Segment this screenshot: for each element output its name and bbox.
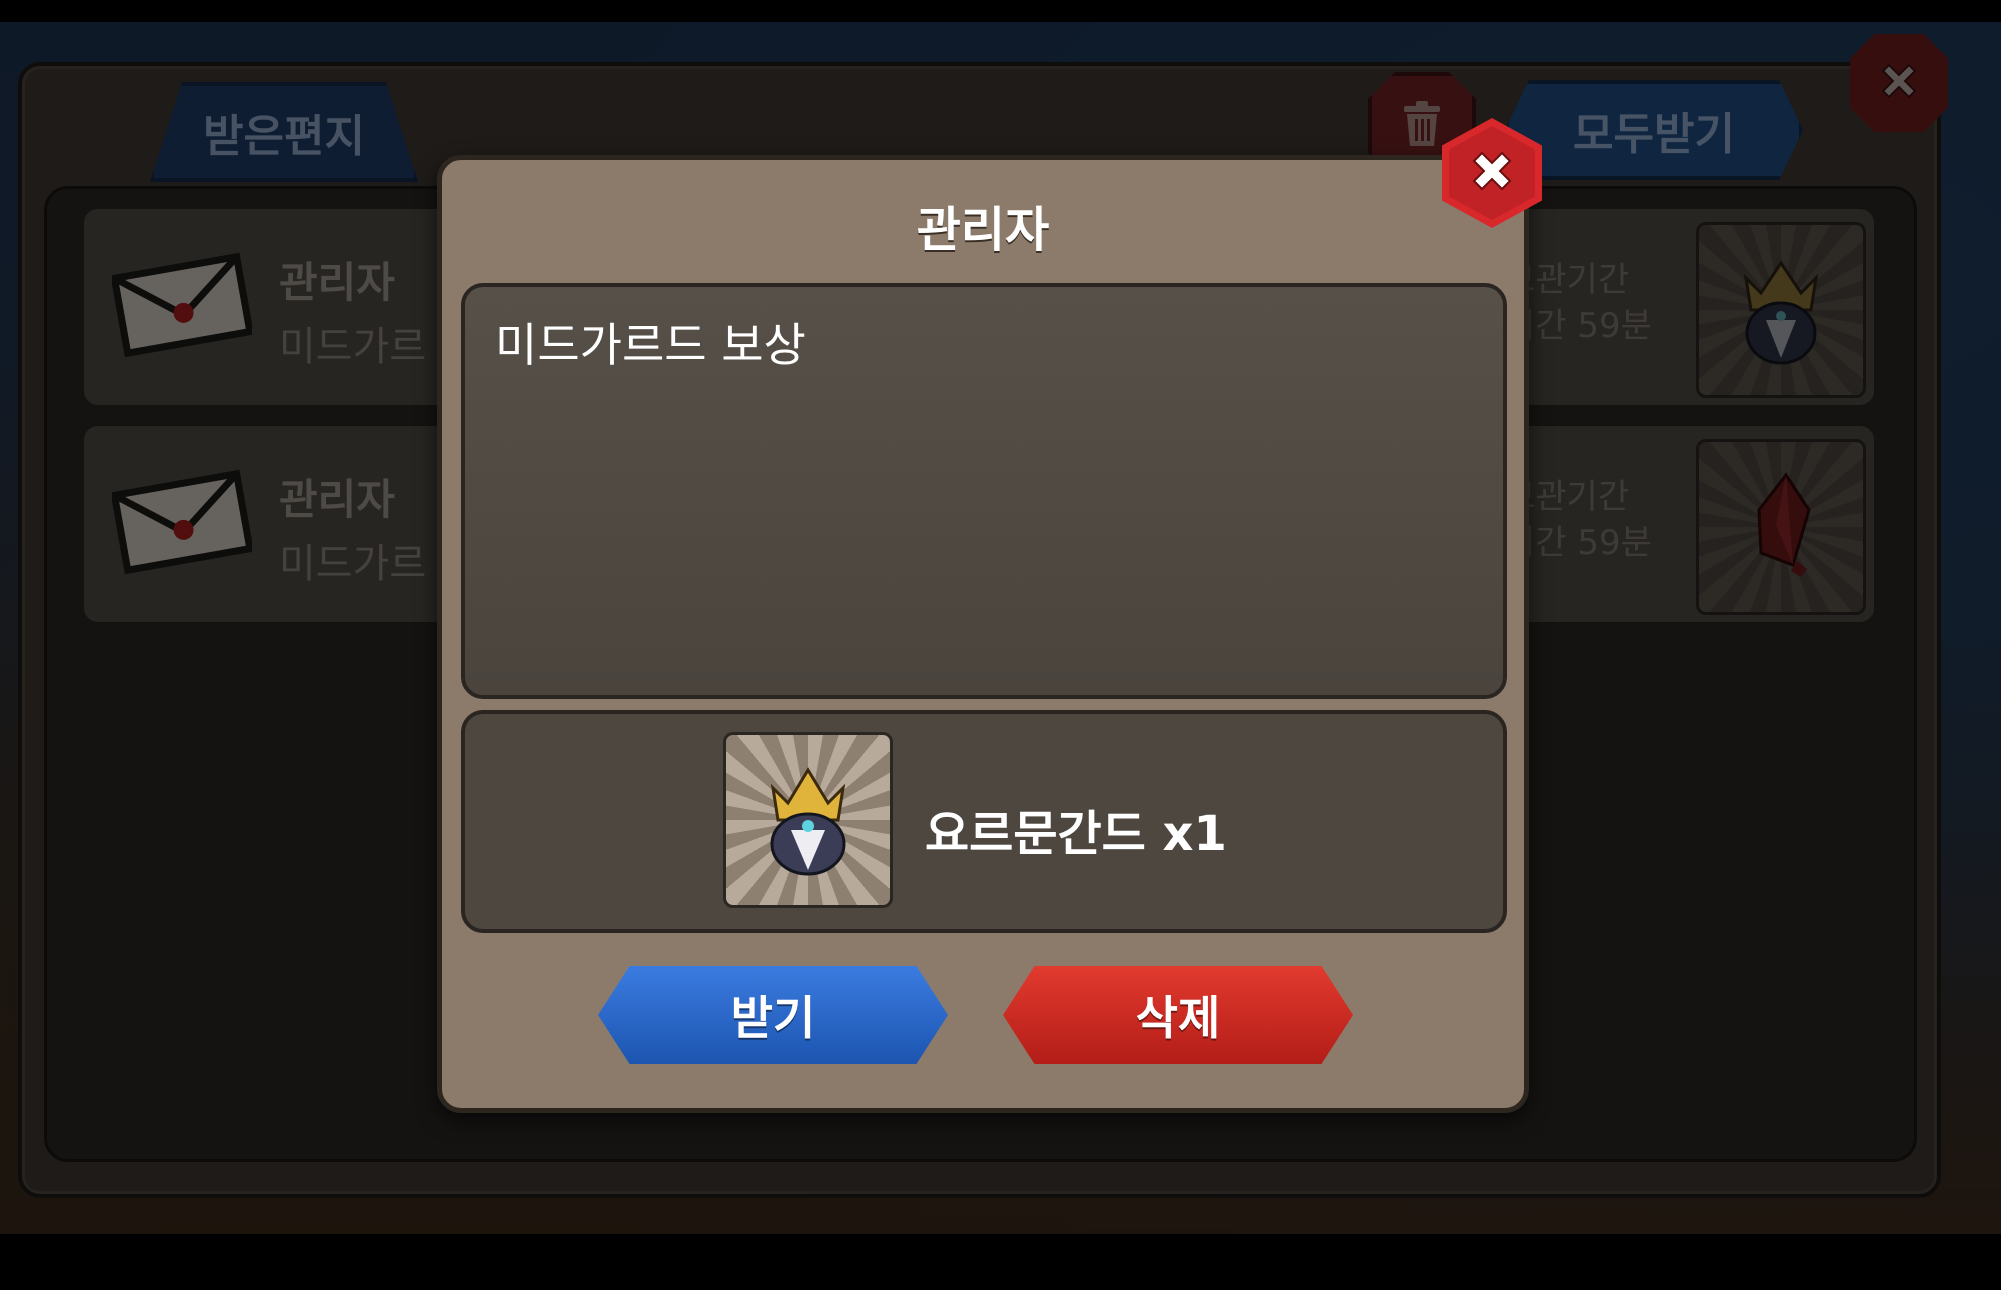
crown-helmet-icon [753,758,863,882]
dialog-close-ring [1449,126,1535,220]
mail-detail-dialog: 관리자 미드가르드 보상 요르문간드 x1 받기 삭제 [437,155,1529,1113]
reward-label: 요르문간드 x1 [925,806,1227,862]
reward-item-thumbnail [723,732,893,908]
dialog-title: 관리자 [916,202,1050,258]
reward-box: 요르문간드 x1 [461,710,1507,933]
close-icon [1462,141,1522,205]
message-box: 미드가르드 보상 [461,283,1507,699]
message-text: 미드가르드 보상 [495,318,806,372]
receive-button[interactable]: 받기 [598,966,948,1064]
delete-button[interactable]: 삭제 [1003,966,1353,1064]
